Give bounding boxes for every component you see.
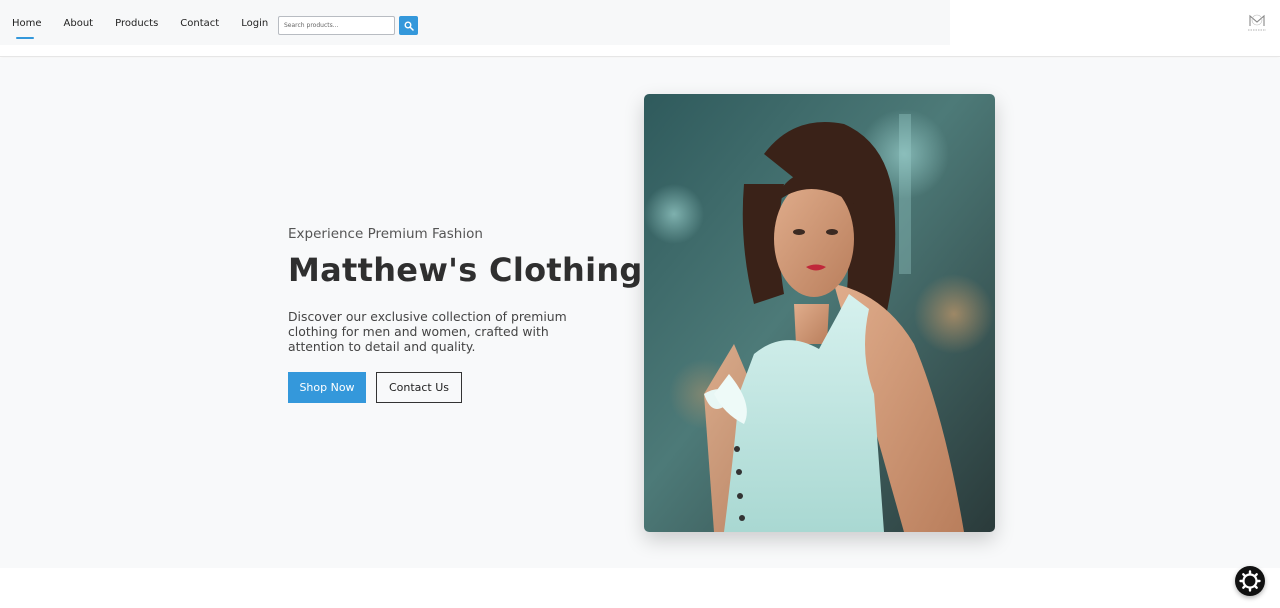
nav-login-link[interactable]: Login bbox=[241, 18, 268, 34]
brand-logo-icon bbox=[1248, 14, 1266, 31]
search-button[interactable] bbox=[399, 16, 418, 35]
nav-products-link[interactable]: Products bbox=[115, 18, 158, 34]
settings-button[interactable] bbox=[1235, 566, 1265, 596]
hero-text-block: Experience Premium Fashion Matthew's Clo… bbox=[288, 226, 643, 403]
hero-buttons: Shop Now Contact Us bbox=[288, 372, 608, 403]
site-header: Home About Products Contact Login bbox=[0, 0, 1280, 57]
search-input[interactable] bbox=[278, 16, 395, 35]
gear-icon bbox=[1239, 570, 1261, 592]
hero-title: Matthew's Clothing bbox=[288, 251, 643, 289]
hero-description: Discover our exclusive collection of pre… bbox=[288, 309, 567, 354]
model-portrait-illustration bbox=[644, 94, 995, 532]
nav-contact-link[interactable]: Contact bbox=[180, 18, 219, 34]
shop-now-button[interactable]: Shop Now bbox=[288, 372, 366, 403]
hero-tagline: Experience Premium Fashion bbox=[288, 226, 483, 242]
nav-about-link[interactable]: About bbox=[64, 18, 94, 34]
contact-us-button[interactable]: Contact Us bbox=[376, 372, 462, 403]
main-nav: Home About Products Contact Login bbox=[12, 18, 268, 39]
hero-section: Experience Premium Fashion Matthew's Clo… bbox=[0, 58, 1280, 568]
model-portrait-image bbox=[644, 94, 995, 532]
search-icon bbox=[404, 21, 414, 31]
brand-logo[interactable] bbox=[1245, 12, 1269, 34]
nav-home-link[interactable]: Home bbox=[12, 18, 42, 39]
